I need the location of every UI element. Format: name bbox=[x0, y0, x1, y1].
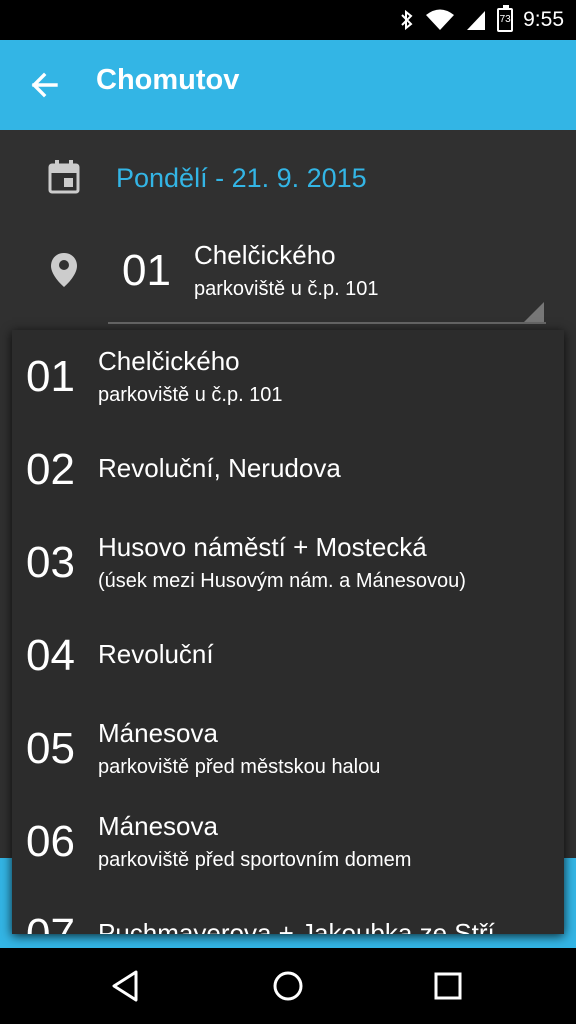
list-item[interactable]: 01 Chelčického parkoviště u č.p. 101 bbox=[12, 330, 564, 423]
status-time: 9:55 bbox=[523, 8, 564, 31]
app-bar: Chomutov bbox=[0, 40, 576, 130]
item-sub: parkoviště před městskou halou bbox=[98, 756, 381, 778]
item-number: 03 bbox=[26, 538, 75, 587]
status-bar: 73 9:55 bbox=[0, 0, 576, 40]
item-name: Revoluční, Nerudova bbox=[98, 453, 341, 483]
item-number: 01 bbox=[26, 352, 75, 401]
item-number: 02 bbox=[26, 445, 75, 494]
calendar-icon bbox=[48, 160, 80, 194]
item-name: Mánesova bbox=[98, 811, 218, 841]
arrow-back-icon[interactable] bbox=[26, 66, 64, 104]
item-name: Mánesova bbox=[98, 718, 218, 748]
selected-stop-sub: parkoviště u č.p. 101 bbox=[194, 278, 379, 300]
item-name: Revoluční bbox=[98, 639, 214, 669]
spinner-underline bbox=[108, 322, 546, 324]
item-name: Husovo náměstí + Mostecká bbox=[98, 532, 427, 562]
item-sub: parkoviště u č.p. 101 bbox=[98, 384, 283, 406]
signal-icon bbox=[467, 11, 486, 30]
date-row[interactable]: Pondělí - 21. 9. 2015 bbox=[0, 150, 576, 210]
list-item[interactable]: 04 Revoluční bbox=[12, 609, 564, 702]
list-item[interactable]: 07 Puchmayerova + Jakoubka ze Stří bbox=[12, 888, 564, 934]
back-triangle-icon[interactable] bbox=[108, 968, 144, 1004]
navigation-bar bbox=[0, 948, 576, 1024]
item-number: 07 bbox=[26, 910, 75, 934]
item-number: 06 bbox=[26, 817, 75, 866]
item-name: Chelčického bbox=[98, 346, 240, 376]
spinner-arrow-icon bbox=[524, 302, 544, 322]
status-icons: 73 9:55 bbox=[399, 0, 564, 40]
item-sub: (úsek mezi Husovým nám. a Mánesovou) bbox=[98, 570, 466, 592]
wifi-icon bbox=[426, 9, 455, 30]
bluetooth-icon bbox=[401, 9, 413, 31]
stop-spinner[interactable]: 01 Chelčického parkoviště u č.p. 101 bbox=[0, 230, 576, 326]
location-pin-icon bbox=[51, 253, 77, 287]
item-sub: parkoviště před sportovním domem bbox=[98, 849, 412, 871]
list-item[interactable]: 02 Revoluční, Nerudova bbox=[12, 423, 564, 516]
item-number: 05 bbox=[26, 724, 75, 773]
selected-stop-name: Chelčického bbox=[194, 240, 336, 270]
list-item[interactable]: 06 Mánesova parkoviště před sportovním d… bbox=[12, 795, 564, 888]
selected-stop-number: 01 bbox=[122, 246, 171, 295]
screen: 73 9:55 Chomutov Pondělí - 21. 9. 2015 0… bbox=[0, 0, 576, 1024]
home-circle-icon[interactable] bbox=[270, 968, 306, 1004]
date-text[interactable]: Pondělí - 21. 9. 2015 bbox=[116, 163, 367, 194]
battery-icon: 73 bbox=[497, 5, 514, 32]
list-item[interactable]: 03 Husovo náměstí + Mostecká (úsek mezi … bbox=[12, 516, 564, 609]
item-name: Puchmayerova + Jakoubka ze Stří bbox=[98, 918, 495, 934]
recents-square-icon[interactable] bbox=[430, 968, 466, 1004]
list-item[interactable]: 05 Mánesova parkoviště před městskou hal… bbox=[12, 702, 564, 795]
stop-dropdown-list: 01 Chelčického parkoviště u č.p. 101 02 … bbox=[12, 330, 564, 934]
item-number: 04 bbox=[26, 631, 75, 680]
page-title: Chomutov bbox=[96, 64, 240, 96]
battery-level: 73 bbox=[499, 14, 511, 25]
